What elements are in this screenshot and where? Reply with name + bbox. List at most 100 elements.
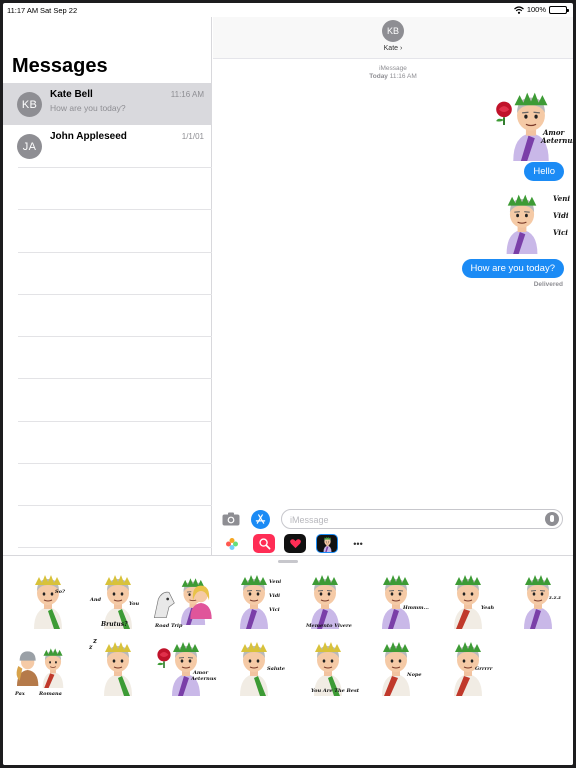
sticker-veni-vidi-vici[interactable]: Veni Vidi Vici bbox=[489, 183, 570, 259]
row-divider bbox=[18, 547, 212, 548]
row-divider bbox=[18, 505, 212, 506]
caesar-sticker-image bbox=[489, 183, 555, 259]
timestamp-day: Today bbox=[369, 73, 388, 80]
camera-icon[interactable] bbox=[222, 512, 240, 526]
app-store-glyph bbox=[255, 514, 266, 524]
drag-handle[interactable] bbox=[278, 560, 298, 563]
chevron-right-icon: › bbox=[400, 45, 403, 52]
sticker-you-are-the-best[interactable]: You Are The Best bbox=[295, 636, 361, 696]
sticker-pack-icon[interactable] bbox=[316, 534, 338, 553]
conversation-name: John Appleseed bbox=[50, 131, 127, 142]
sticker-caption: z.z.z bbox=[549, 595, 561, 601]
sticker-caption: And bbox=[90, 597, 102, 603]
conversation-pane: KB Kate › iMessage Today 11:16 AM Amor A… bbox=[213, 17, 573, 555]
sticker-caption: Hmmm... bbox=[403, 605, 429, 611]
message-timestamp: Today 11:16 AM bbox=[213, 73, 573, 80]
sticker-salute[interactable]: Salute bbox=[221, 636, 287, 696]
sticker-caption: You Are The Best bbox=[311, 688, 360, 694]
sticker-caption: Romana bbox=[39, 691, 62, 697]
caesar-sticker-image bbox=[505, 569, 571, 629]
sticker-caption: Pax bbox=[15, 691, 25, 697]
status-time: 11:17 AM bbox=[7, 6, 39, 15]
sticker-grrrrr[interactable]: Grrrrr bbox=[435, 636, 501, 696]
search-glyph bbox=[258, 538, 270, 550]
delivery-status: Delivered bbox=[533, 281, 563, 288]
sticker-tray: So? And You Brutus? Road Trip Veni Vidi bbox=[3, 555, 573, 765]
row-divider bbox=[18, 421, 212, 422]
sticker-caption: Vici bbox=[269, 607, 280, 613]
digital-touch-icon[interactable] bbox=[284, 534, 306, 553]
conversation-header[interactable]: KB Kate › bbox=[213, 17, 573, 59]
conversation-john-appleseed[interactable]: JA John Appleseed 1/1/01 bbox=[3, 125, 212, 167]
cleopatra-image bbox=[190, 585, 212, 619]
conversation-time: 1/1/01 bbox=[181, 132, 204, 141]
avatar: KB bbox=[17, 92, 42, 117]
sticker-word: Vici bbox=[553, 228, 568, 237]
sticker-caption: You bbox=[129, 601, 140, 607]
conversation-kate-bell[interactable]: KB Kate Bell How are you today? 11:16 AM bbox=[3, 83, 212, 125]
rose-icon bbox=[153, 646, 175, 668]
rose-icon bbox=[491, 99, 517, 125]
sticker-caption: z bbox=[93, 636, 97, 645]
heart-glyph bbox=[289, 539, 301, 549]
sticker-amor-aeternus[interactable]: Amor Aeternus bbox=[491, 85, 573, 161]
sticker-veni-vidi-vici[interactable]: Veni Vidi Vici bbox=[221, 569, 287, 629]
conversation-list: Messages KB Kate Bell How are you today?… bbox=[3, 17, 212, 555]
sticker-memento-vivere[interactable]: Memento Vivere bbox=[292, 569, 358, 629]
caesar-sticker-image bbox=[31, 636, 75, 696]
sticker-caption: So? bbox=[55, 589, 65, 595]
conversation-preview: How are you today? bbox=[50, 103, 126, 113]
microphone-icon[interactable] bbox=[545, 512, 559, 526]
sticker-caption: Grrrrr bbox=[475, 666, 493, 672]
caesar-sticker-image bbox=[363, 636, 429, 696]
contact-avatar[interactable]: KB bbox=[382, 20, 404, 42]
sticker-hmmm[interactable]: Hmmm... bbox=[363, 569, 429, 629]
sticker-amor-aeternus[interactable]: Amor Aeternus bbox=[153, 636, 219, 696]
sticker-road-trip[interactable]: Road Trip bbox=[153, 569, 215, 629]
sticker-nope[interactable]: Nope bbox=[363, 636, 429, 696]
row-divider bbox=[18, 294, 212, 295]
caesar-sticker-image bbox=[363, 569, 429, 629]
message-bubble[interactable]: Hello bbox=[524, 162, 564, 181]
row-divider bbox=[18, 378, 212, 379]
row-divider bbox=[18, 336, 212, 337]
row-divider bbox=[18, 252, 212, 253]
sticker-caption: Vidi bbox=[269, 593, 281, 599]
photos-icon[interactable] bbox=[221, 534, 243, 553]
sticker-and-brutus[interactable]: And You Brutus? bbox=[85, 569, 151, 629]
avatar: JA bbox=[17, 134, 42, 159]
sticker-word: Vidi bbox=[553, 211, 569, 220]
sticker-so[interactable]: So? bbox=[15, 569, 81, 629]
message-service: iMessage bbox=[379, 65, 407, 72]
ipad-screen: 11:17 AM Sat Sep 22 100% Messages KB Kat… bbox=[3, 3, 573, 765]
wifi-icon bbox=[513, 5, 524, 14]
search-images-icon[interactable] bbox=[253, 534, 275, 553]
sticker-yeah[interactable]: Yeah bbox=[435, 569, 501, 629]
app-store-icon[interactable] bbox=[251, 510, 270, 529]
conversation-name: Kate Bell bbox=[50, 89, 93, 100]
sticker-caption: Memento Vivere bbox=[306, 623, 352, 629]
sticker-zzz[interactable]: z.z.z bbox=[505, 569, 571, 629]
photos-glyph bbox=[226, 537, 238, 550]
caesar-sticker-image bbox=[221, 569, 287, 629]
contact-name[interactable]: Kate › bbox=[213, 45, 573, 52]
caesar-sticker-image bbox=[295, 636, 361, 696]
status-date: Sat Sep 22 bbox=[40, 6, 78, 15]
sticker-caption: z bbox=[89, 644, 93, 651]
contact-name-label: Kate bbox=[383, 45, 399, 52]
timestamp-time: 11:16 AM bbox=[389, 73, 417, 80]
row-divider bbox=[18, 167, 212, 168]
sticker-caption: Salute bbox=[267, 666, 285, 672]
more-apps-icon[interactable]: ••• bbox=[347, 534, 369, 553]
message-composer: iMessage ••• bbox=[213, 507, 573, 555]
caesar-thumbnail bbox=[319, 535, 336, 552]
sticker-caption: Nope bbox=[407, 672, 422, 678]
sticker-sleepy[interactable]: z z bbox=[85, 636, 151, 696]
page-title: Messages bbox=[12, 55, 108, 77]
message-input[interactable]: iMessage bbox=[281, 509, 563, 529]
sticker-word: Veni bbox=[553, 194, 570, 203]
status-right: 100% bbox=[513, 5, 569, 14]
sticker-caption: Aeternus bbox=[191, 676, 217, 682]
message-bubble[interactable]: How are you today? bbox=[461, 259, 564, 278]
sticker-pax-romana[interactable]: Pax Romana bbox=[9, 636, 77, 697]
